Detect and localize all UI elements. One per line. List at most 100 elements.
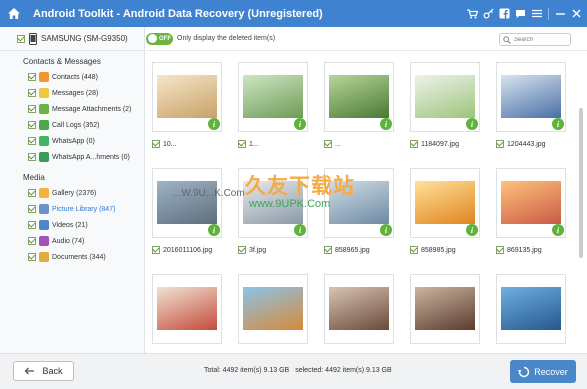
sidebar-item-checkbox[interactable]: [28, 105, 36, 113]
sidebar-item-checkbox[interactable]: [28, 73, 36, 81]
info-icon[interactable]: i: [380, 224, 392, 236]
footer-bar: Back Total: 4492 item(s) 9.13 GB selecte…: [0, 353, 587, 389]
search-box[interactable]: [499, 33, 571, 46]
contacts-messages-heading: Contacts & Messages: [23, 57, 101, 66]
thumbnail-card[interactable]: i 3f.jpg: [238, 168, 324, 255]
toolbar-divider: [548, 7, 549, 20]
thumbnail-card[interactable]: i 869135.jpg: [496, 168, 576, 255]
device-checkbox[interactable]: [17, 34, 25, 43]
info-icon[interactable]: i: [208, 224, 220, 236]
thumbnail-card[interactable]: gif_icon_6.png: [496, 274, 576, 346]
thumbnail-frame[interactable]: [496, 274, 566, 344]
sidebar-item[interactable]: WhatsApp (0): [0, 133, 144, 149]
thumbnail-card[interactable]: i...: [324, 62, 410, 149]
sidebar-item-checkbox[interactable]: [28, 153, 36, 161]
item-checkbox[interactable]: [410, 140, 418, 148]
thumbnail-frame[interactable]: i: [324, 62, 394, 132]
thumbnail-frame[interactable]: [324, 274, 394, 344]
thumbnail-frame[interactable]: i: [496, 62, 566, 132]
thumbnail-card[interactable]: gif_icon_3.png: [238, 274, 324, 346]
thumbnail-card[interactable]: i 2016011106.jpg: [152, 168, 238, 255]
sidebar-item-checkbox[interactable]: [28, 221, 36, 229]
thumbnail-frame[interactable]: i: [410, 62, 480, 132]
info-icon[interactable]: i: [380, 118, 392, 130]
contacts-messages-list: Contacts (448) Messages (28) Message Attac…: [0, 69, 144, 165]
scroll-thumb[interactable]: [579, 108, 583, 258]
sidebar-item-checkbox[interactable]: [28, 121, 36, 129]
thumbnail-card[interactable]: i 1204443.jpg: [496, 62, 576, 149]
item-checkbox[interactable]: [324, 246, 332, 254]
facebook-icon[interactable]: [498, 7, 511, 20]
sidebar-item-checkbox[interactable]: [28, 89, 36, 97]
file-name: 1...: [249, 140, 259, 148]
sidebar-item[interactable]: Documents (344): [0, 249, 144, 265]
info-icon[interactable]: i: [552, 224, 564, 236]
sidebar-item[interactable]: Audio (74): [0, 233, 144, 249]
thumbnail-card[interactable]: i 10...: [152, 62, 238, 149]
sidebar-item-checkbox[interactable]: [28, 137, 36, 145]
sidebar-item[interactable]: Message Attachments (2): [0, 101, 144, 117]
thumbnail-card[interactable]: i 858985.jpg: [410, 168, 496, 255]
item-checkbox[interactable]: [238, 246, 246, 254]
item-checkbox[interactable]: [496, 246, 504, 254]
thumbnail-frame[interactable]: [238, 274, 308, 344]
info-icon[interactable]: i: [294, 224, 306, 236]
photo-preview: [329, 181, 389, 224]
sidebar-item[interactable]: Gallery (2376): [0, 185, 144, 201]
item-checkbox[interactable]: [152, 140, 160, 148]
item-checkbox[interactable]: [410, 246, 418, 254]
info-icon[interactable]: i: [208, 118, 220, 130]
deleted-only-toggle[interactable]: OFF: [146, 32, 173, 45]
sidebar-item[interactable]: Call Logs (352): [0, 117, 144, 133]
sidebar-item-checkbox[interactable]: [28, 237, 36, 245]
menu-icon[interactable]: [530, 7, 543, 20]
search-input[interactable]: [514, 36, 566, 43]
close-icon[interactable]: [570, 7, 583, 20]
info-icon[interactable]: i: [466, 118, 478, 130]
info-icon[interactable]: i: [466, 224, 478, 236]
thumbnail-card[interactable]: gif_icon_4.png: [324, 274, 410, 346]
thumbnail-frame[interactable]: i: [496, 168, 566, 238]
chat-icon[interactable]: [514, 7, 527, 20]
thumbnail-card[interactable]: i 858965.jpg: [324, 168, 410, 255]
thumbnail-card[interactable]: i 1...: [238, 62, 324, 149]
thumbnail-card[interactable]: i 1184097.jpg: [410, 62, 496, 149]
thumbnail-frame[interactable]: [152, 274, 222, 344]
grid-scrollbar[interactable]: [578, 52, 584, 346]
info-icon[interactable]: i: [294, 118, 306, 130]
thumbnail-frame[interactable]: i: [152, 168, 222, 238]
thumbnail-frame[interactable]: i: [410, 168, 480, 238]
key-icon[interactable]: [482, 7, 495, 20]
thumbnail-frame[interactable]: [410, 274, 480, 344]
thumbnail-frame[interactable]: i: [324, 168, 394, 238]
thumbnail-frame[interactable]: i: [238, 168, 308, 238]
recover-button[interactable]: Recover: [510, 360, 576, 383]
sidebar-item-checkbox[interactable]: [28, 189, 36, 197]
thumbnail-frame[interactable]: i: [152, 62, 222, 132]
item-checkbox[interactable]: [324, 140, 332, 148]
home-button[interactable]: [0, 0, 27, 27]
item-checkbox[interactable]: [152, 246, 160, 254]
item-checkbox[interactable]: [496, 140, 504, 148]
back-button[interactable]: Back: [13, 361, 74, 381]
sidebar-item[interactable]: Picture Library (847): [0, 201, 144, 217]
device-row[interactable]: SAMSUNG (SM-G9350): [0, 27, 144, 51]
sidebar-item[interactable]: WhatsApp A...hments (0): [0, 149, 144, 165]
item-checkbox[interactable]: [238, 140, 246, 148]
thumbnail-frame[interactable]: i: [238, 62, 308, 132]
sidebar-item[interactable]: Messages (28): [0, 85, 144, 101]
cart-icon[interactable]: [466, 7, 479, 20]
contacts-icon: [39, 72, 49, 82]
sidebar-item[interactable]: Videos (21): [0, 217, 144, 233]
sidebar-item-checkbox[interactable]: [28, 205, 36, 213]
back-button-label: Back: [42, 366, 63, 376]
sidebar-item[interactable]: Contacts (448): [0, 69, 144, 85]
thumbnail-card[interactable]: gif_icon_2.png: [152, 274, 238, 346]
info-icon[interactable]: i: [552, 118, 564, 130]
minimize-icon[interactable]: [554, 7, 567, 20]
thumbnail-footer: ...: [324, 139, 410, 149]
sidebar-item-checkbox[interactable]: [28, 253, 36, 261]
sidebar-item-label: Documents (344): [52, 253, 106, 261]
thumbnail-card[interactable]: gif_icon_5.png: [410, 274, 496, 346]
photo-preview: [501, 75, 561, 118]
